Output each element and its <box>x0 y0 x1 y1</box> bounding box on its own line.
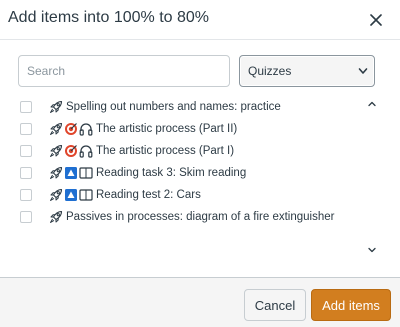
list-item[interactable]: Reading task 3: Skim reading <box>14 162 360 184</box>
rocket-icon <box>48 121 64 137</box>
rocket-icon <box>48 187 64 203</box>
scroll-down-icon[interactable] <box>368 246 376 254</box>
list-item[interactable]: The artistic process (Part I) <box>14 140 360 162</box>
book-icon <box>78 187 94 203</box>
item-checkbox[interactable] <box>20 189 32 201</box>
rocket-icon <box>48 165 64 181</box>
dialog-title: Add items into 100% to 80% <box>8 9 210 26</box>
search-input[interactable] <box>18 55 230 87</box>
rocket-icon <box>48 143 64 159</box>
item-label: The artistic process (Part I) <box>96 145 235 157</box>
list-scrollbar[interactable] <box>366 96 378 258</box>
scroll-up-icon[interactable] <box>368 100 376 108</box>
close-icon <box>370 14 382 26</box>
dialog-header: Add items into 100% to 80% <box>0 0 400 40</box>
list-item[interactable]: The artistic process (Part II) <box>14 118 360 140</box>
item-type-select[interactable]: Quizzes <box>239 55 375 87</box>
headphones-icon <box>78 143 94 159</box>
add-items-dialog: Add items into 100% to 80% Quizzes <box>0 0 400 327</box>
list-item[interactable]: Passives in processes: diagram of a fire… <box>14 206 360 228</box>
item-label: Passives in processes: diagram of a fire… <box>66 211 335 223</box>
item-type-selected: Quizzes <box>248 64 292 78</box>
item-label: The artistic process (Part II) <box>96 123 238 135</box>
item-label: Reading task 3: Skim reading <box>96 167 247 179</box>
list-item[interactable]: Reading test 2: Cars <box>14 184 360 206</box>
triangle-warning-icon <box>64 188 78 202</box>
target-icon <box>64 144 78 158</box>
item-label: Spelling out numbers and names: practice <box>66 101 281 113</box>
dialog-footer: Cancel Add items <box>0 277 400 327</box>
add-items-button[interactable]: Add items <box>311 289 391 321</box>
item-checkbox[interactable] <box>20 123 32 135</box>
item-checkbox[interactable] <box>20 101 32 113</box>
items-list: Spelling out numbers and names: practice <box>14 96 378 258</box>
book-icon <box>78 165 94 181</box>
target-icon <box>64 122 78 136</box>
chevron-down-icon <box>358 68 368 74</box>
rocket-icon <box>48 209 64 225</box>
headphones-icon <box>78 121 94 137</box>
item-checkbox[interactable] <box>20 167 32 179</box>
item-checkbox[interactable] <box>20 211 32 223</box>
list-item[interactable]: Spelling out numbers and names: practice <box>14 96 360 118</box>
item-checkbox[interactable] <box>20 145 32 157</box>
triangle-warning-icon <box>64 166 78 180</box>
item-label: Reading test 2: Cars <box>96 189 201 201</box>
rocket-icon <box>48 99 64 115</box>
close-button[interactable] <box>366 10 386 30</box>
cancel-button[interactable]: Cancel <box>244 289 306 321</box>
